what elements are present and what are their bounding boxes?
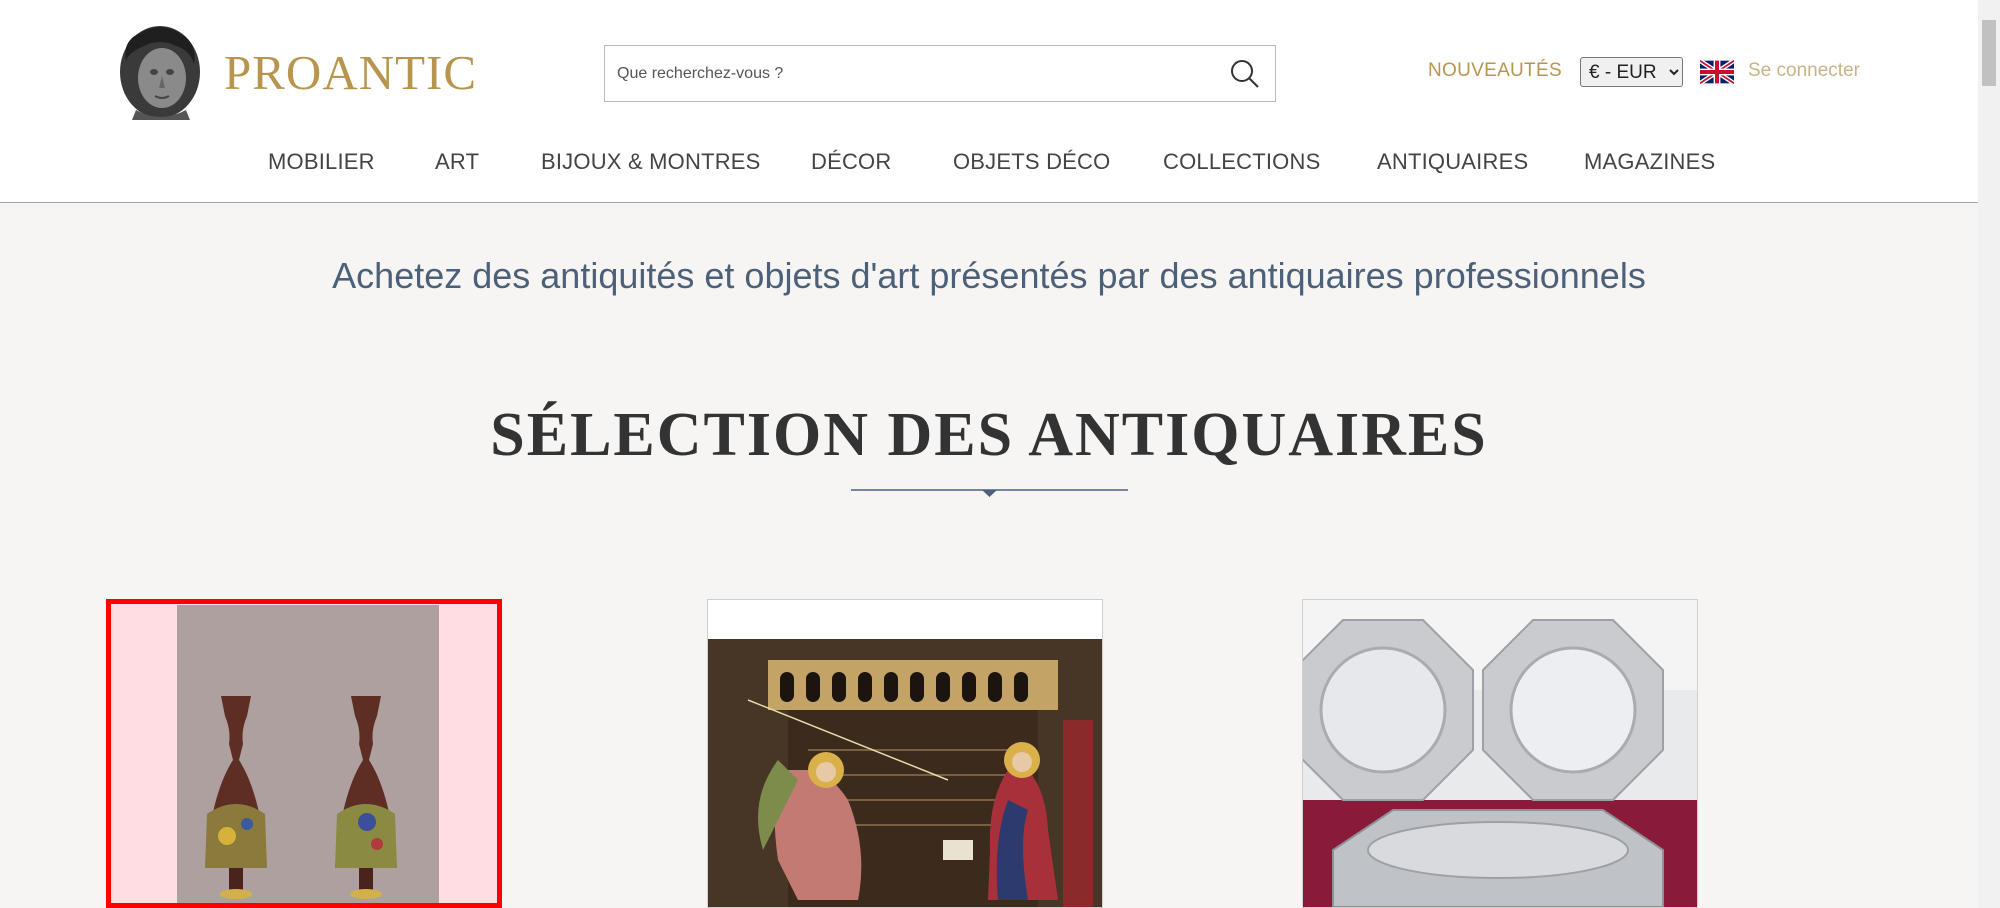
nav-item-magazines[interactable]: MAGAZINES	[1584, 149, 1715, 175]
site-header: PROANTIC NOUVEAUTÉS € - EUR Se connecter…	[0, 0, 1978, 203]
uk-flag-icon[interactable]	[1700, 60, 1734, 84]
tagline: Achetez des antiquités et objets d'art p…	[332, 255, 1646, 296]
nav-item-art[interactable]: ART	[435, 149, 479, 175]
scrollbar-thumb[interactable]	[1982, 20, 1996, 86]
product-card-annunciation-painting[interactable]	[707, 599, 1103, 908]
bust-logo-icon	[120, 26, 200, 120]
logo[interactable]: PROANTIC	[112, 20, 477, 124]
nav-item-decor[interactable]: DÉCOR	[811, 149, 891, 175]
brand-name: PROANTIC	[224, 44, 478, 100]
nav-item-bijoux-montres[interactable]: BIJOUX & MONTRES	[541, 149, 761, 175]
title-divider	[851, 489, 1128, 497]
search-button[interactable]	[1215, 46, 1275, 101]
vases-image	[111, 604, 497, 903]
search-input[interactable]	[605, 46, 1215, 101]
search-icon	[1231, 59, 1259, 88]
page-scrollbar[interactable]	[1978, 0, 2000, 908]
nav-item-mobilier[interactable]: MOBILIER	[268, 149, 375, 175]
product-card-vases[interactable]	[106, 599, 502, 908]
nav-item-collections[interactable]: COLLECTIONS	[1163, 149, 1320, 175]
currency-select[interactable]: € - EUR	[1580, 57, 1683, 87]
silver-plates-image	[1303, 600, 1697, 907]
section-title: SÉLECTION DES ANTIQUAIRES	[490, 401, 1488, 469]
nav-item-antiquaires[interactable]: ANTIQUAIRES	[1377, 149, 1528, 175]
annunciation-painting-image	[708, 600, 1102, 907]
nouveautes-link[interactable]: NOUVEAUTÉS	[1428, 60, 1562, 82]
search-bar	[604, 45, 1276, 102]
nav-item-objets-deco[interactable]: OBJETS DÉCO	[953, 149, 1110, 175]
login-link[interactable]: Se connecter	[1748, 60, 1860, 82]
product-card-silver-plates[interactable]	[1302, 599, 1698, 908]
